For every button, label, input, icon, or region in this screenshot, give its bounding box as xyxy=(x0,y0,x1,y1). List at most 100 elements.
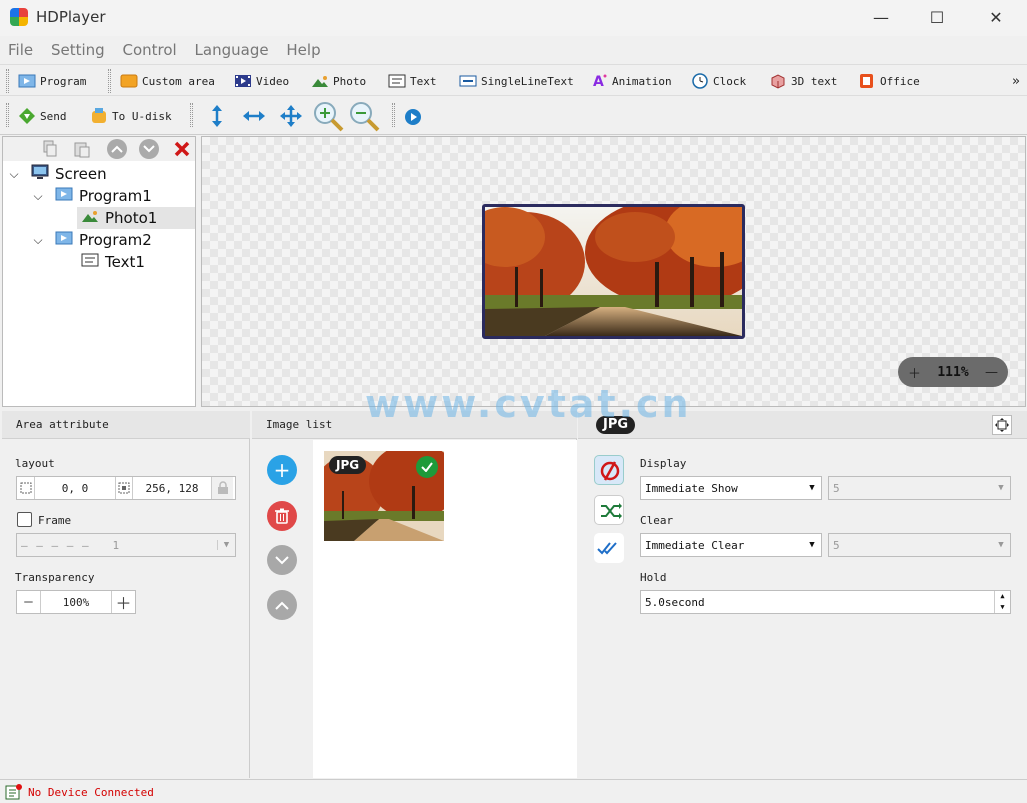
photo-area[interactable] xyxy=(482,204,745,339)
custom-area-icon xyxy=(120,73,138,89)
toolbar-grip[interactable] xyxy=(6,103,9,127)
clock-button[interactable]: Clock xyxy=(691,71,746,91)
copy-icon[interactable] xyxy=(41,140,59,161)
animation-icon: A xyxy=(590,73,608,89)
move-image-up-button[interactable] xyxy=(267,590,297,620)
3d-text-button[interactable]: 3D text xyxy=(769,71,837,91)
toolbar-overflow-button[interactable]: » xyxy=(1012,71,1020,91)
zoom-in-button[interactable]: ＋ xyxy=(908,363,921,382)
title-bar: HDPlayer — ☐ ✕ xyxy=(0,0,1027,36)
delete-image-button[interactable] xyxy=(267,501,297,531)
video-button[interactable]: Video xyxy=(234,71,289,91)
frame-select[interactable]: — — — — — 1 ▼ xyxy=(16,533,236,557)
transparency-stepper[interactable]: — 100% ＋ xyxy=(16,590,136,614)
clear-effect-select[interactable]: Immediate Clear ▼ xyxy=(640,533,822,557)
close-button[interactable]: ✕ xyxy=(973,0,1019,34)
hold-time-value[interactable]: 5.0second xyxy=(645,596,705,609)
image-thumbnail[interactable]: JPG xyxy=(324,451,444,541)
menu-help[interactable]: Help xyxy=(286,38,320,62)
move-icon[interactable] xyxy=(280,105,302,130)
chevron-down-icon[interactable]: ▼ xyxy=(803,540,821,550)
text-icon xyxy=(81,253,99,271)
app-logo-icon xyxy=(10,8,28,26)
menu-setting[interactable]: Setting xyxy=(51,38,105,62)
chevron-down-icon[interactable]: ⌵ xyxy=(31,189,45,203)
tree-item-program2[interactable]: ⌵ Program2 xyxy=(31,229,151,251)
paste-icon[interactable] xyxy=(73,140,91,161)
effect-selected-button[interactable] xyxy=(594,533,624,563)
single-line-text-button[interactable]: SingleLineText xyxy=(459,71,574,91)
to-udisk-button[interactable]: To U-disk xyxy=(90,106,172,126)
tree-label-text1: Text1 xyxy=(105,253,145,271)
spin-down-icon[interactable]: ▼ xyxy=(995,602,1010,613)
device-status-icon xyxy=(5,784,23,803)
tree-item-program1[interactable]: ⌵ Program1 xyxy=(31,185,151,207)
spin-up-icon[interactable]: ▲ xyxy=(995,591,1010,602)
photo-label: Photo xyxy=(333,74,367,88)
position-input[interactable]: 0, 0 xyxy=(35,482,115,495)
effect-none-button[interactable] xyxy=(594,455,624,485)
size-icon xyxy=(115,477,133,499)
zoom-in-icon[interactable] xyxy=(312,100,344,135)
chevron-down-icon: ▼ xyxy=(998,483,1004,493)
horizontal-resize-icon[interactable] xyxy=(243,106,265,129)
toolbar-grip[interactable] xyxy=(6,69,9,93)
chevron-down-icon[interactable]: ▼ xyxy=(217,540,235,550)
vertical-resize-icon[interactable] xyxy=(207,105,227,130)
chevron-down-icon[interactable]: ⌵ xyxy=(31,233,45,247)
menu-control[interactable]: Control xyxy=(122,38,176,62)
zoom-level: 111% xyxy=(937,364,969,380)
increase-icon[interactable]: ＋ xyxy=(111,591,135,613)
play-preview-icon[interactable] xyxy=(404,108,422,129)
move-down-icon[interactable] xyxy=(139,139,159,159)
send-button[interactable]: Send xyxy=(18,106,67,126)
position-icon xyxy=(17,477,35,499)
lock-icon[interactable] xyxy=(211,477,233,499)
frame-checkbox[interactable] xyxy=(17,512,32,527)
chevron-up-icon xyxy=(275,601,289,610)
window-title: HDPlayer xyxy=(36,8,106,26)
clock-label: Clock xyxy=(713,74,747,88)
tree-item-screen[interactable]: ⌵ Screen xyxy=(7,163,107,185)
effects-panel: JPG Display Immediate Show ▼ 5 ▼ Clear I… xyxy=(578,411,1027,778)
program-tree-panel: ⌵ Screen ⌵ Program1 Photo1 ⌵ Program2 Te… xyxy=(2,136,196,407)
add-image-button[interactable]: + xyxy=(267,455,297,485)
photo-button[interactable]: Photo xyxy=(311,71,366,91)
chevron-down-icon[interactable]: ⌵ xyxy=(7,167,21,181)
program-icon xyxy=(55,187,73,205)
program-button[interactable]: Program xyxy=(18,71,86,91)
minimize-button[interactable]: — xyxy=(858,0,904,34)
text-button[interactable]: Text xyxy=(388,71,437,91)
move-up-icon[interactable] xyxy=(107,139,127,159)
tree-item-text1[interactable]: Text1 xyxy=(77,251,145,273)
tree-item-photo1[interactable]: Photo1 xyxy=(77,207,195,229)
single-line-text-icon xyxy=(459,73,477,89)
office-icon xyxy=(858,73,876,89)
menu-language[interactable]: Language xyxy=(195,38,269,62)
custom-area-button[interactable]: Custom area xyxy=(120,71,215,91)
plus-icon: + xyxy=(273,458,291,482)
maximize-button[interactable]: ☐ xyxy=(914,0,960,34)
zoom-out-button[interactable]: — xyxy=(985,365,998,380)
spinner-arrows[interactable]: ▲ ▼ xyxy=(994,591,1010,613)
toolbar-separator xyxy=(392,103,395,127)
size-input[interactable]: 256, 128 xyxy=(133,482,211,495)
move-image-down-button[interactable] xyxy=(267,545,297,575)
effect-random-button[interactable] xyxy=(594,495,624,525)
delete-icon[interactable] xyxy=(173,140,191,161)
chevron-down-icon[interactable]: ▼ xyxy=(803,483,821,493)
preview-canvas[interactable]: ＋ 111% — xyxy=(201,136,1026,407)
hold-time-spinner[interactable]: 5.0second ▲ ▼ xyxy=(640,590,1011,614)
video-icon xyxy=(234,73,252,89)
zoom-out-icon[interactable] xyxy=(348,100,380,135)
menu-file[interactable]: File xyxy=(8,38,33,62)
office-button[interactable]: Office xyxy=(858,71,920,91)
zoom-control[interactable]: ＋ 111% — xyxy=(898,357,1008,387)
transparency-value[interactable]: 100% xyxy=(41,596,111,609)
3d-text-icon xyxy=(769,73,787,89)
decrease-icon[interactable]: — xyxy=(17,591,41,613)
expand-icon[interactable] xyxy=(992,415,1012,435)
jpg-badge: JPG xyxy=(329,456,367,474)
animation-button[interactable]: A Animation xyxy=(590,71,672,91)
display-effect-select[interactable]: Immediate Show ▼ xyxy=(640,476,822,500)
